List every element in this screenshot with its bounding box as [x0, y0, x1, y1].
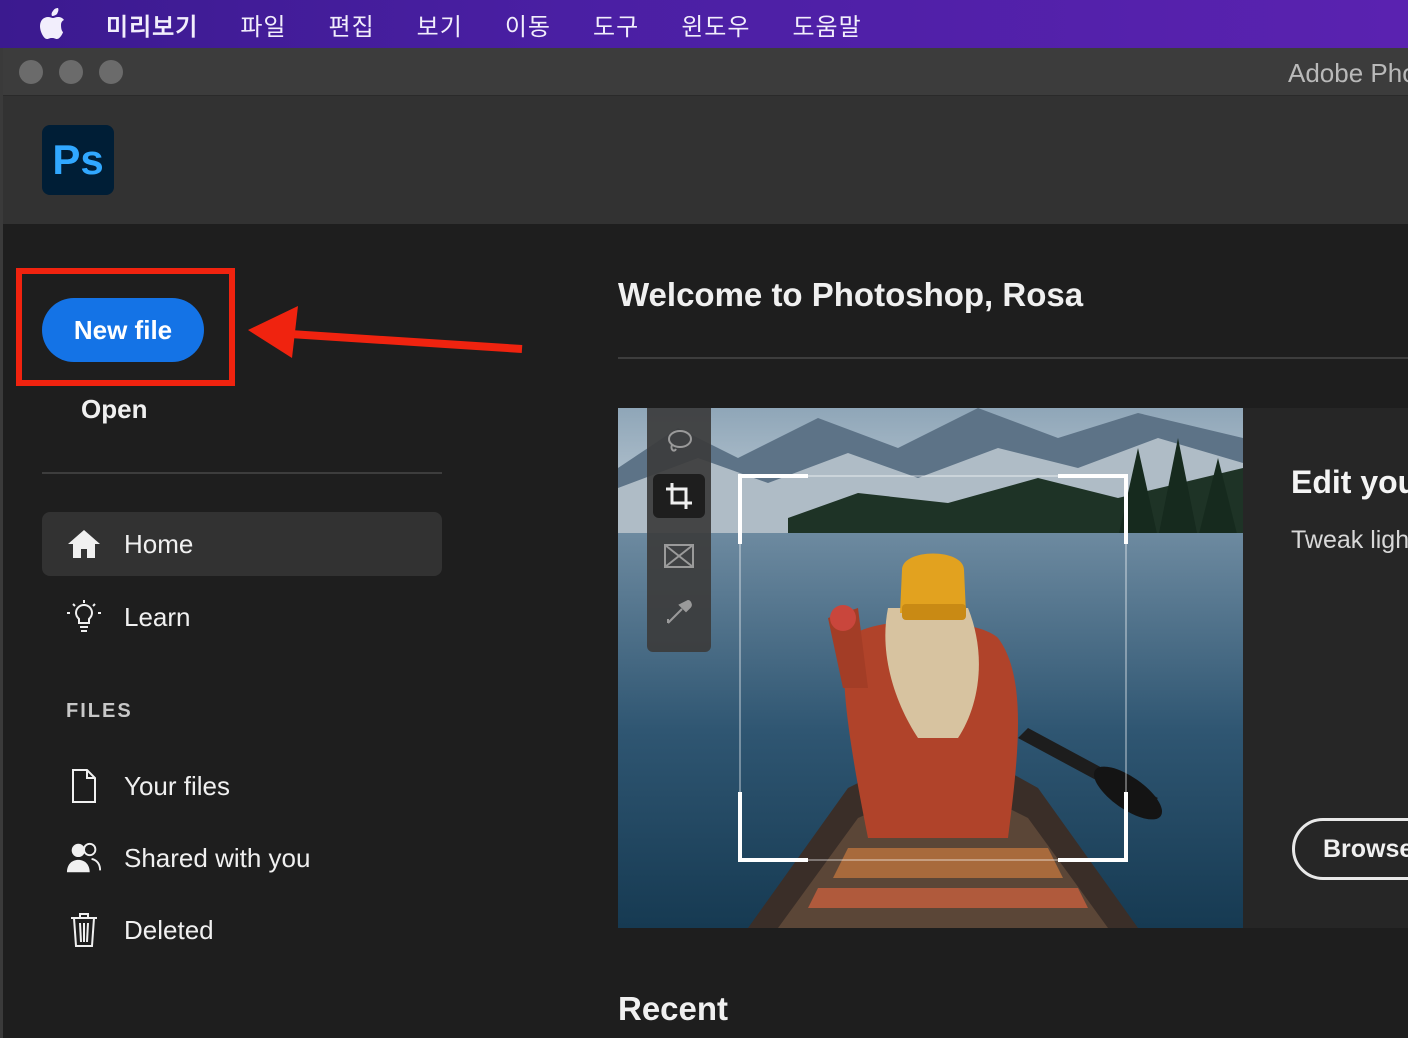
open-button[interactable]: Open	[81, 394, 147, 425]
lightbulb-icon	[66, 599, 102, 635]
menu-file[interactable]: 파일	[240, 7, 286, 42]
sidebar-divider	[42, 472, 442, 474]
lasso-tool-icon[interactable]	[653, 420, 705, 464]
tool-panel	[647, 408, 711, 652]
window-title: Adobe Pho	[1288, 58, 1408, 88]
zoom-window-button[interactable]	[99, 60, 123, 84]
trash-icon	[66, 912, 102, 948]
hero-photo	[618, 408, 1243, 928]
home-icon	[66, 526, 102, 562]
main-divider	[618, 357, 1408, 359]
nav-item-home[interactable]: Home	[42, 512, 442, 576]
browse-button[interactable]: Browse	[1292, 818, 1408, 880]
nav-label-shared-with-you: Shared with you	[124, 842, 311, 873]
people-icon	[66, 840, 102, 876]
hero-card[interactable]: Edit you Tweak ligh Browse	[618, 408, 1408, 928]
new-file-button[interactable]: New file	[42, 298, 204, 362]
menu-tools[interactable]: 도구	[593, 7, 639, 42]
macos-menubar: 미리보기 파일 편집 보기 이동 도구 윈도우 도움말	[0, 0, 1408, 48]
files-section-heading: FILES	[66, 700, 133, 722]
hero-title: Edit you	[1291, 464, 1408, 500]
nav-item-deleted[interactable]: Deleted	[42, 898, 442, 962]
app-header: Ps	[3, 96, 1408, 224]
minimize-window-button[interactable]	[59, 60, 83, 84]
recent-heading: Recent	[618, 990, 729, 1027]
nav-label-home: Home	[124, 528, 194, 559]
photoshop-logo[interactable]: Ps	[42, 125, 114, 195]
nav-label-your-files: Your files	[124, 770, 230, 801]
menu-window[interactable]: 윈도우	[681, 7, 750, 42]
close-window-button[interactable]	[19, 60, 43, 84]
crop-tool-icon[interactable]	[653, 474, 705, 518]
menu-view[interactable]: 보기	[417, 7, 463, 42]
document-icon	[66, 768, 102, 804]
nav-item-learn[interactable]: Learn	[42, 585, 442, 649]
menu-preview[interactable]: 미리보기	[106, 7, 198, 42]
annotation-arrow	[248, 306, 523, 358]
nav-label-learn: Learn	[124, 601, 191, 632]
hero-subtitle: Tweak ligh	[1291, 526, 1408, 554]
eyedropper-tool-icon[interactable]	[653, 590, 705, 634]
welcome-heading: Welcome to Photoshop, Rosa	[618, 276, 1084, 313]
frame-tool-icon[interactable]	[653, 534, 705, 578]
nav-item-your-files[interactable]: Your files	[42, 754, 442, 818]
crop-frame	[738, 474, 1128, 862]
nav-label-deleted: Deleted	[124, 914, 214, 945]
menu-edit[interactable]: 편집	[329, 7, 375, 42]
menu-help[interactable]: 도움말	[792, 7, 861, 42]
window-titlebar: Adobe Pho	[3, 48, 1408, 96]
menu-go[interactable]: 이동	[505, 7, 551, 42]
apple-icon[interactable]	[38, 8, 68, 39]
nav-item-shared-with-you[interactable]: Shared with you	[42, 826, 442, 890]
